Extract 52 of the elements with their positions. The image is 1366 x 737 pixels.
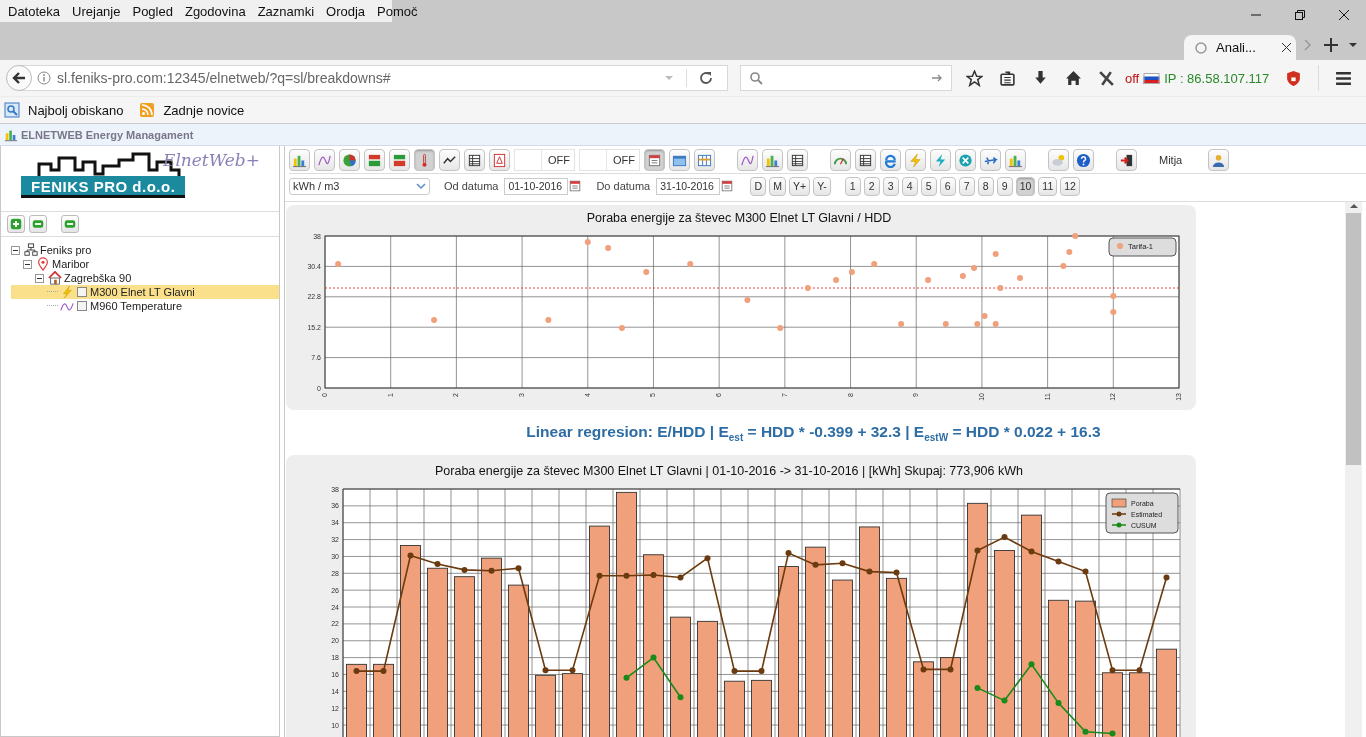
- regression-formula: Linear regresion: E/HDD | E$_{est}$ = HDD * -0.399 + 32.3 | E$_{estW}$ = HDD * 0.022 + 16.3: [525, 423, 1102, 444]
- period-button[interactable]: Y+: [789, 176, 811, 196]
- company-logo: FENIKS PRO d.o.o.: [21, 176, 185, 198]
- menu-item[interactable]: Datoteka: [2, 3, 67, 19]
- tree-label[interactable]: Maribor: [52, 258, 90, 270]
- product-name: ElnetWeb+: [163, 150, 260, 170]
- field-label: Od datuma: [444, 180, 499, 192]
- browser-tab[interactable]: Anali...: [1184, 35, 1296, 60]
- dropdown-value: kWh / m3: [293, 180, 340, 192]
- tree-row[interactable]: M300 Elnet LT Glavni: [11, 285, 279, 299]
- period-button[interactable]: M: [769, 176, 786, 196]
- period-button[interactable]: Y-: [813, 176, 831, 196]
- menu-item[interactable]: Zaznamki: [251, 3, 321, 19]
- period-button[interactable]: D: [750, 176, 767, 196]
- toggle-label: OFF: [612, 154, 636, 166]
- toggle-label: OFF: [547, 154, 571, 166]
- tree-label: M300 Elnet LT Glavni: [90, 286, 195, 298]
- menu-item[interactable]: Orodja: [320, 3, 372, 19]
- month-button[interactable]: 10: [1015, 176, 1036, 196]
- chart-title: Poraba energije za števec M300 Elnet LT Glavni / HDD: [586, 211, 892, 225]
- status-text: off: [1125, 70, 1140, 86]
- month-button[interactable]: 4: [901, 176, 918, 196]
- date-field[interactable]: 01-10-2016: [504, 177, 569, 195]
- month-button[interactable]: 2: [863, 176, 880, 196]
- month-button[interactable]: 7: [958, 176, 975, 196]
- month-button[interactable]: 12: [1060, 176, 1080, 196]
- user-name: Mitja: [1158, 154, 1184, 166]
- url-text: sl.feniks-pro.com:12345/elnetweb/?q=sl/breakdowns#: [57, 70, 392, 86]
- month-button[interactable]: 3: [882, 176, 899, 196]
- ip-address: IP : 86.58.107.117: [1164, 70, 1270, 86]
- field-label: Do datuma: [596, 180, 651, 192]
- month-button[interactable]: 11: [1038, 176, 1058, 196]
- tree-label[interactable]: Zagrebška 90: [64, 272, 132, 284]
- month-button[interactable]: 9: [996, 176, 1013, 196]
- tree-label[interactable]: Feniks pro: [40, 244, 92, 256]
- tree-row[interactable]: M960 Temperature: [11, 299, 279, 313]
- month-button[interactable]: 1: [844, 176, 861, 196]
- bookmark-link[interactable]: Najbolj obiskano: [28, 102, 124, 118]
- tree-label: M960 Temperature: [90, 300, 183, 312]
- menu-item[interactable]: Urejanje: [66, 3, 127, 19]
- bookmark-link[interactable]: Zadnje novice: [163, 102, 245, 118]
- app-title: ELNETWEB Energy Managament: [21, 128, 194, 141]
- chart-title: Poraba energije za števec M300 Elnet LT Glavni | 01-10-2016 -> 31-10-2016 | [kWh] Skupaj: 773,906 kWh: [435, 464, 1023, 479]
- menu-item[interactable]: Pogled: [126, 3, 179, 19]
- tab-title: Anali...: [1216, 40, 1257, 55]
- month-button[interactable]: 5: [920, 176, 937, 196]
- menu-item[interactable]: Pomoč: [371, 3, 424, 19]
- menu-item[interactable]: Zgodovina: [178, 3, 252, 19]
- unit-dropdown[interactable]: kWh / m3: [289, 177, 430, 195]
- month-button[interactable]: 6: [939, 176, 956, 196]
- month-button[interactable]: 8: [977, 176, 994, 196]
- date-field[interactable]: 31-10-2016: [656, 177, 721, 195]
